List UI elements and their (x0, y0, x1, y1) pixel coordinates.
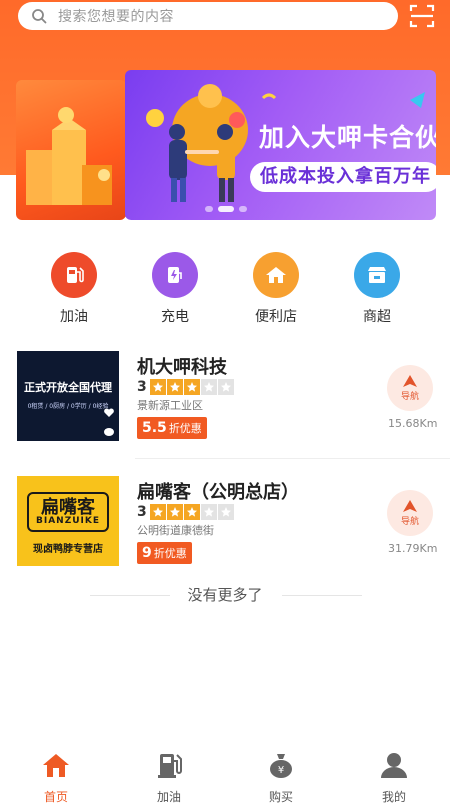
navigate-button[interactable]: 导航 (387, 490, 433, 536)
carousel-indicator (205, 206, 247, 212)
category-convenience-store[interactable]: 便利店 (236, 252, 316, 326)
bottom-tab-bar: 首页 加油 ¥ 购买 我的 (0, 740, 450, 804)
user-icon (379, 750, 409, 780)
star-filled-icon (183, 504, 200, 520)
star-filled-icon (183, 379, 200, 395)
charger-icon (152, 252, 198, 298)
thumbnail-headline: 正式开放全国代理 (24, 381, 112, 394)
navigate-button[interactable]: 导航 (387, 365, 433, 411)
home-icon (41, 750, 71, 780)
star-empty-icon (217, 504, 234, 520)
category-supermarket-label: 商超 (363, 309, 391, 325)
shop-rating: 3 (137, 379, 234, 395)
tab-profile-label: 我的 (381, 790, 406, 804)
shop-card[interactable]: 正式开放全国代理 0租赁 / 0厨房 / 0学历 / 0经验 机大呷科技 3 景… (0, 351, 450, 461)
carousel-dot-active (218, 206, 234, 212)
discount-badge: 9 折优惠 (137, 542, 192, 564)
navigate-label: 导航 (400, 517, 419, 527)
tab-home-label: 首页 (43, 790, 68, 804)
navigate-label: 导航 (400, 392, 419, 402)
star-filled-icon (149, 379, 166, 395)
shop-card[interactable]: 扁嘴客 BIANZUIKE 现卤鸭脖专营店 扁嘴客（公明总店） 3 公明街道康德… (0, 476, 450, 586)
shop-rating: 3 (137, 504, 234, 520)
search-input[interactable]: 搜索您想要的内容 (18, 2, 398, 30)
house-icon (253, 252, 299, 298)
banner-title: 加入大呷卡合伙 (259, 123, 436, 152)
category-grid: 加油 充电 便利店 商超 (0, 252, 450, 332)
money-bag-icon: ¥ (266, 750, 296, 780)
tab-buy-label: 购买 (268, 790, 293, 804)
shop-name: 机大呷科技 (137, 357, 227, 378)
discount-badge: 5.5 折优惠 (137, 417, 207, 439)
scan-button[interactable] (408, 2, 436, 30)
banner-slide-active[interactable]: 加入大呷卡合伙 低成本投入拿百万年 (125, 70, 436, 220)
shop-distance: 15.68Km (388, 417, 438, 430)
tab-home[interactable]: 首页 (16, 750, 96, 805)
discount-unit: 折优惠 (153, 547, 187, 560)
rating-value: 3 (137, 504, 147, 520)
heart-icon (104, 408, 114, 417)
carousel-dot (205, 206, 213, 212)
star-filled-icon (149, 504, 166, 520)
shop-name: 扁嘴客（公明总店） (137, 482, 299, 503)
discount-value: 9 (142, 545, 152, 561)
tab-fuel-label: 加油 (156, 790, 181, 804)
discount-value: 5.5 (142, 420, 167, 436)
shop-thumbnail: 正式开放全国代理 0租赁 / 0厨房 / 0学历 / 0经验 (17, 351, 119, 441)
navigation-icon (403, 375, 417, 387)
search-icon (30, 7, 48, 25)
category-supermarket[interactable]: 商超 (337, 252, 417, 326)
star-empty-icon (200, 504, 217, 520)
banner-slide-previous[interactable] (16, 80, 126, 220)
category-gas[interactable]: 加油 (34, 252, 114, 326)
category-charge-label: 充电 (161, 309, 189, 325)
banner-subtitle: 低成本投入拿百万年 (250, 162, 436, 192)
svg-text:¥: ¥ (278, 765, 284, 776)
banner-side-illustration (26, 107, 112, 205)
tab-buy[interactable]: ¥ 购买 (241, 750, 321, 805)
category-convenience-label: 便利店 (255, 309, 297, 325)
store-icon (354, 252, 400, 298)
scan-icon (409, 4, 435, 28)
shop-distance: 31.79Km (388, 542, 438, 555)
tab-profile[interactable]: 我的 (354, 750, 434, 805)
shop-address: 公明街道康德街 (137, 524, 214, 537)
category-charge[interactable]: 充电 (135, 252, 215, 326)
tab-fuel[interactable]: 加油 (129, 750, 209, 805)
star-empty-icon (217, 379, 234, 395)
comment-icon (104, 428, 114, 436)
rating-value: 3 (137, 379, 147, 395)
shop-address: 景新源工业区 (137, 399, 203, 412)
star-filled-icon (166, 379, 183, 395)
thumbnail-caption: 现卤鸭脖专营店 (33, 544, 103, 555)
list-divider (135, 458, 450, 459)
discount-unit: 折优惠 (168, 422, 202, 435)
category-gas-label: 加油 (60, 309, 88, 325)
shop-thumbnail: 扁嘴客 BIANZUIKE 现卤鸭脖专营店 (17, 476, 119, 566)
end-of-list-note: 没有更多了 (187, 586, 263, 604)
search-placeholder: 搜索您想要的内容 (58, 9, 174, 25)
gas-pump-icon (51, 252, 97, 298)
star-empty-icon (200, 379, 217, 395)
thumbnail-logo-en: BIANZUIKE (35, 516, 100, 526)
star-filled-icon (166, 504, 183, 520)
carousel-dot (239, 206, 247, 212)
fuel-icon (154, 750, 184, 780)
navigation-icon (403, 500, 417, 512)
